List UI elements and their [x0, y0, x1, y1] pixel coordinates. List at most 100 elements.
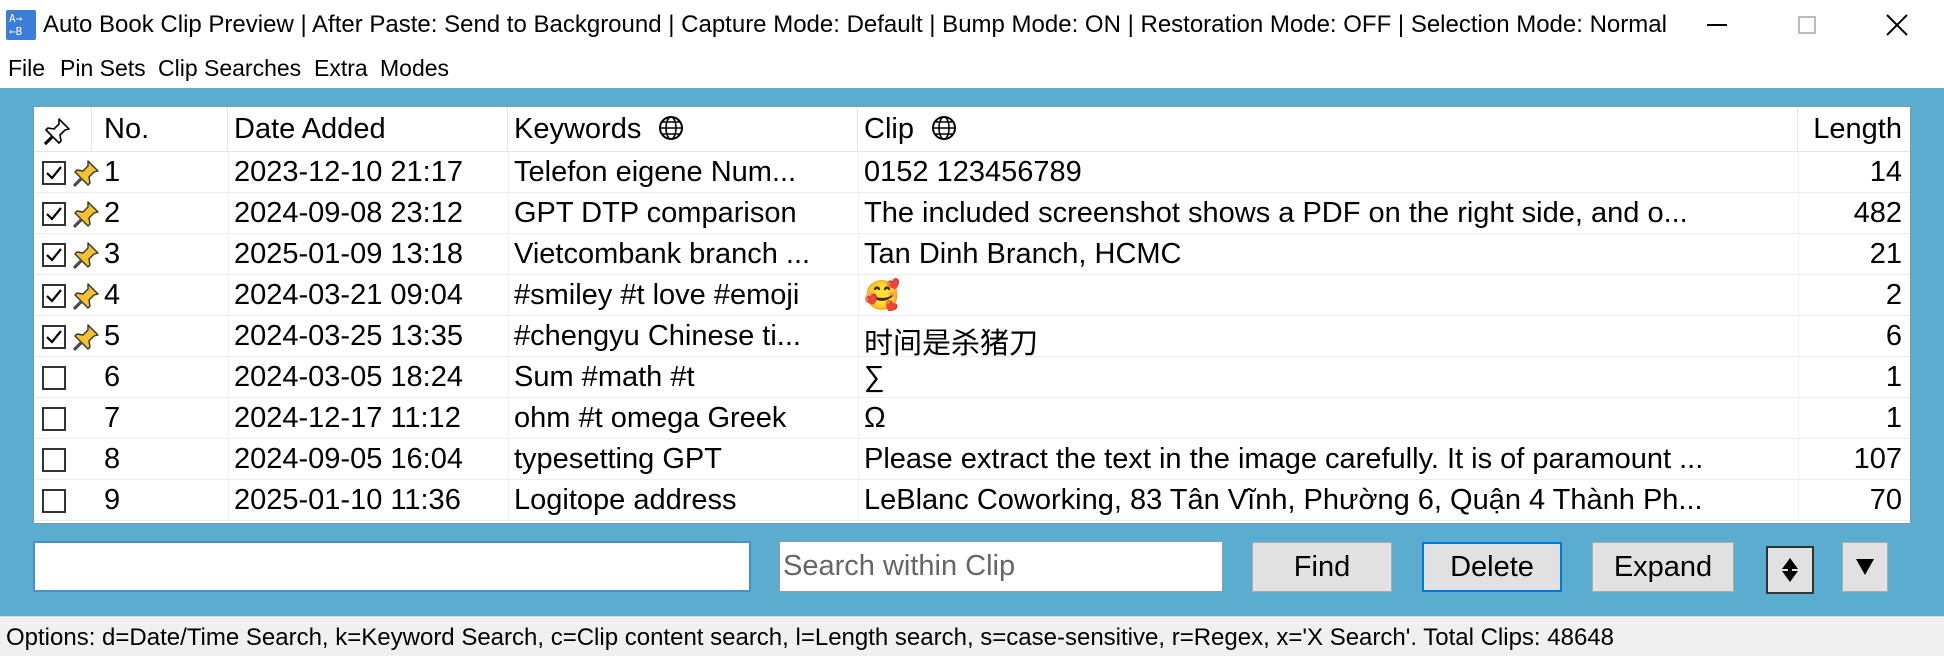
table-row[interactable]: 2 2024-09-08 23:12 GPT DTP comparison The i…: [34, 193, 1910, 234]
cell-keywords: #chengyu Chinese ti...: [514, 320, 801, 352]
column-divider: [228, 152, 229, 192]
cell-length: 70: [1869, 484, 1902, 516]
move-top-button[interactable]: [1766, 546, 1814, 594]
table-row[interactable]: 3 2025-01-09 13:18 Vietcombank branch ... T…: [34, 234, 1910, 275]
row-checkbox[interactable]: [42, 448, 66, 472]
column-divider: [858, 234, 859, 274]
column-header-no[interactable]: No.: [92, 107, 228, 152]
table-row[interactable]: 5 2024-03-25 13:35 #chengyu Chinese ti... 时…: [34, 316, 1910, 357]
row-checkbox[interactable]: [42, 243, 66, 267]
column-divider: [1798, 480, 1799, 520]
column-divider: [858, 152, 859, 192]
cell-no: 1: [104, 156, 121, 188]
window-title: Auto Book Clip Preview | After Paste: Se…: [43, 11, 1667, 38]
column-header-keywords[interactable]: Keywords: [508, 107, 858, 152]
column-header-date[interactable]: Date Added: [228, 107, 508, 152]
pushpin-icon: [70, 280, 102, 312]
column-divider: [508, 316, 509, 356]
column-divider: [228, 398, 229, 438]
cell-date: 2025-01-09 13:18: [234, 238, 463, 270]
find-button[interactable]: Find: [1252, 542, 1392, 592]
column-divider: [858, 193, 859, 233]
cell-length: 2: [1885, 279, 1902, 311]
column-divider: [1798, 275, 1799, 315]
column-header-length[interactable]: Length: [1798, 107, 1910, 152]
pin-icon: [44, 118, 70, 145]
cell-date: 2024-09-08 23:12: [234, 197, 463, 229]
row-checkbox[interactable]: [42, 202, 66, 226]
table-row[interactable]: 7 2024-12-17 11:12 ohm #t omega Greek Ω 1: [34, 398, 1910, 439]
list-header: No. Date Added Keywords Clip Length: [34, 107, 1910, 152]
table-row[interactable]: 6 2024-03-05 18:24 Sum #math #t ∑ 1: [34, 357, 1910, 398]
clip-filter-input[interactable]: [33, 541, 751, 592]
cell-date: 2023-12-10 21:17: [234, 156, 463, 188]
menu-clip-searches[interactable]: Clip Searches: [158, 55, 301, 82]
app-icon-text-top: A→: [9, 12, 23, 25]
minimize-button[interactable]: [1672, 0, 1762, 50]
column-divider: [508, 439, 509, 479]
menu-file[interactable]: File: [8, 55, 45, 82]
column-divider: [858, 275, 859, 315]
cell-keywords: Sum #math #t: [514, 361, 695, 393]
cell-keywords: #smiley #t love #emoji: [514, 279, 800, 311]
cell-clip: ∑: [864, 361, 885, 393]
cell-clip: Please extract the text in the image car…: [864, 443, 1704, 475]
globe-icon[interactable]: [930, 114, 958, 142]
row-checkbox[interactable]: [42, 407, 66, 431]
column-divider: [228, 234, 229, 274]
table-row[interactable]: 1 2023-12-10 21:17 Telefon eigene Num... 01…: [34, 152, 1910, 193]
status-bar: Options: d=Date/Time Search, k=Keyword S…: [0, 616, 1944, 656]
table-row[interactable]: 4 2024-03-21 09:04 #smiley #t love #emoji 🥰…: [34, 275, 1910, 316]
maximize-button[interactable]: [1762, 0, 1852, 50]
cell-no: 4: [104, 279, 121, 311]
column-divider: [508, 152, 509, 192]
menu-modes[interactable]: Modes: [380, 55, 449, 82]
column-divider: [508, 398, 509, 438]
row-checkbox[interactable]: [42, 161, 66, 185]
cell-keywords: ohm #t omega Greek: [514, 402, 787, 434]
column-divider: [1798, 152, 1799, 192]
column-divider: [508, 193, 509, 233]
cell-clip: LeBlanc Coworking, 83 Tân Vĩnh, Phường 6…: [864, 484, 1703, 516]
cell-keywords: Telefon eigene Num...: [514, 156, 797, 188]
column-divider: [228, 439, 229, 479]
close-icon: [1886, 14, 1908, 36]
title-bar: A→ ←B Auto Book Clip Preview | After Pas…: [0, 0, 1944, 50]
cell-date: 2024-03-25 13:35: [234, 320, 463, 352]
move-down-button[interactable]: [1842, 542, 1888, 592]
column-header-clip[interactable]: Clip: [858, 107, 1798, 152]
globe-icon[interactable]: [657, 114, 685, 142]
column-divider: [1798, 398, 1799, 438]
cell-length: 107: [1853, 443, 1902, 475]
column-divider: [228, 275, 229, 315]
row-checkbox[interactable]: [42, 284, 66, 308]
search-within-clip-input[interactable]: [779, 541, 1223, 592]
row-checkbox[interactable]: [42, 325, 66, 349]
pushpin-icon: [70, 321, 102, 353]
app-icon[interactable]: A→ ←B: [6, 10, 36, 40]
cell-keywords: Logitope address: [514, 484, 737, 516]
table-row[interactable]: 9 2025-01-10 11:36 Logitope address LeBlanc…: [34, 480, 1910, 521]
column-divider: [858, 439, 859, 479]
column-divider: [508, 275, 509, 315]
column-divider: [1798, 439, 1799, 479]
close-button[interactable]: [1852, 0, 1942, 50]
column-divider: [228, 480, 229, 520]
cell-date: 2024-03-21 09:04: [234, 279, 463, 311]
row-checkbox[interactable]: [42, 366, 66, 390]
expand-button[interactable]: Expand: [1592, 542, 1734, 592]
column-divider: [1798, 316, 1799, 356]
column-header-pin[interactable]: [34, 107, 92, 152]
menu-pin-sets[interactable]: Pin Sets: [60, 55, 146, 82]
app-icon-text-bottom: ←B: [9, 25, 23, 38]
table-row[interactable]: 8 2024-09-05 16:04 typesetting GPT Please e…: [34, 439, 1910, 480]
column-divider: [1798, 193, 1799, 233]
clip-list[interactable]: No. Date Added Keywords Clip Length 1 202…: [33, 106, 1911, 524]
column-divider: [228, 357, 229, 397]
column-divider: [228, 316, 229, 356]
delete-button[interactable]: Delete: [1422, 542, 1562, 592]
row-checkbox[interactable]: [42, 489, 66, 513]
column-divider: [228, 193, 229, 233]
cell-no: 3: [104, 238, 121, 270]
menu-extra[interactable]: Extra: [314, 55, 368, 82]
